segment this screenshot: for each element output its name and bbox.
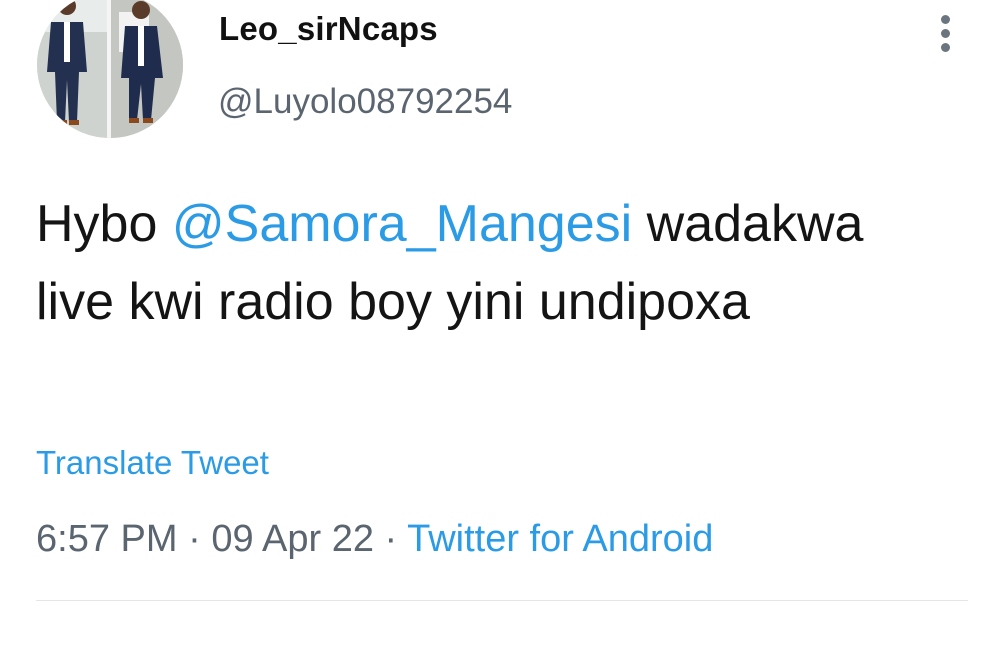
- tweet-source-link[interactable]: Twitter for Android: [407, 518, 713, 560]
- tweet-text-intro: Hybo: [36, 195, 172, 253]
- divider: [36, 600, 968, 601]
- tweet-time: 6:57 PM: [36, 518, 178, 560]
- avatar-photo: [37, 0, 183, 138]
- tweet-metadata: 6:57 PM · 09 Apr 22 · Twitter for Androi…: [36, 518, 713, 561]
- meta-separator: ·: [374, 518, 408, 560]
- mention-link[interactable]: @Samora_Mangesi: [172, 195, 632, 253]
- meta-separator: ·: [177, 518, 212, 560]
- tweet-text: Hybo @Samora_Mangesi wadakwa live kwi ra…: [36, 185, 936, 341]
- tweet: Leo_sirNcaps @Luyolo08792254 Hybo @Samor…: [0, 0, 1000, 647]
- avatar[interactable]: [37, 0, 183, 138]
- more-options-button[interactable]: [926, 12, 966, 56]
- user-handle[interactable]: @Luyolo08792254: [218, 82, 512, 122]
- display-name[interactable]: Leo_sirNcaps: [219, 10, 438, 48]
- tweet-date: 09 Apr 22: [211, 518, 374, 560]
- translate-tweet-link[interactable]: Translate Tweet: [36, 444, 269, 482]
